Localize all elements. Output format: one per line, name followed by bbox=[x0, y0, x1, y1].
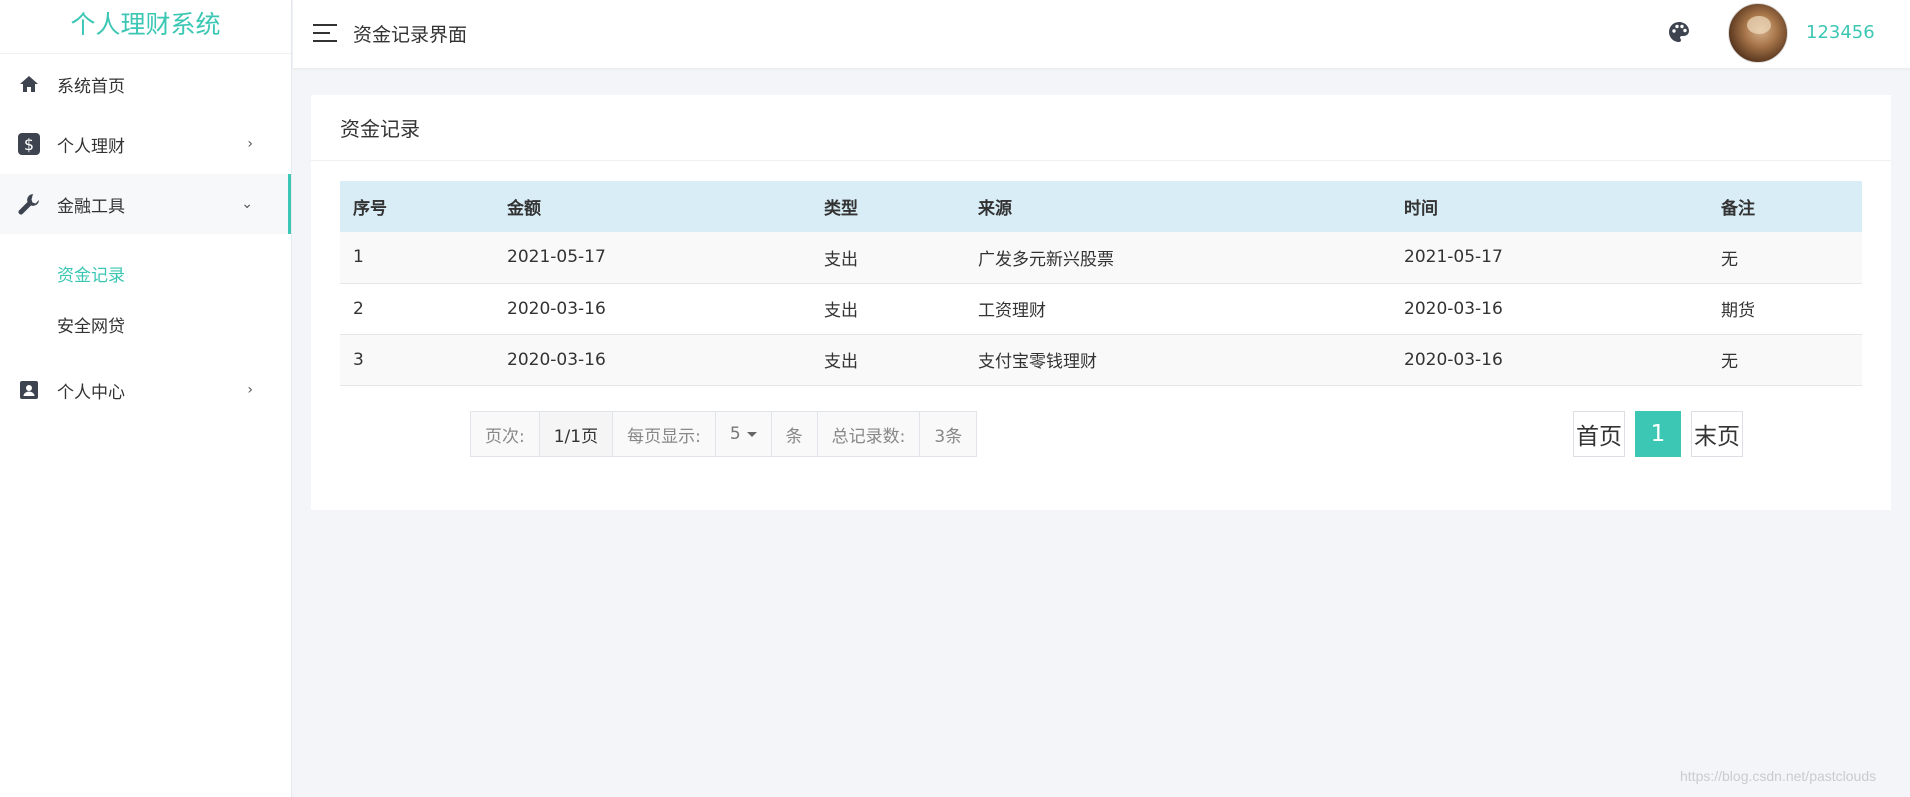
chevron-down-icon: ⌄ bbox=[241, 196, 253, 212]
chevron-right-icon: › bbox=[247, 382, 253, 398]
table-header-row: 序号 金额 类型 来源 时间 备注 bbox=[340, 181, 1862, 232]
column-header-index: 序号 bbox=[353, 199, 387, 219]
cell-index: 3 bbox=[353, 349, 364, 370]
cell-type: 支出 bbox=[824, 249, 858, 270]
fund-records-table: 序号 金额 类型 来源 时间 备注 1 2021-05-17 支出 广发多元新兴… bbox=[340, 181, 1862, 386]
wrench-icon bbox=[18, 193, 40, 215]
app-logo-title[interactable]: 个人理财系统 bbox=[0, 0, 291, 54]
table-row: 1 2021-05-17 支出 广发多元新兴股票 2021-05-17 无 bbox=[340, 232, 1862, 283]
page-value: 1/1页 bbox=[539, 412, 614, 456]
sidebar-item-label: 个人中心 bbox=[57, 382, 125, 403]
last-page-button[interactable]: 末页 bbox=[1691, 411, 1743, 457]
submenu-item-fund-records[interactable]: 资金记录 bbox=[0, 248, 291, 299]
cell-note: 期货 bbox=[1721, 301, 1755, 321]
column-header-time: 时间 bbox=[1404, 199, 1438, 219]
svg-text:$: $ bbox=[24, 135, 34, 154]
sidebar-item-finance-tools[interactable]: 金融工具 ⌄ bbox=[0, 174, 291, 234]
per-page-select[interactable]: 5 bbox=[716, 412, 772, 456]
cell-time: 2021-05-17 bbox=[1404, 247, 1503, 268]
caret-down-icon bbox=[746, 431, 757, 437]
first-page-button[interactable]: 首页 bbox=[1573, 411, 1625, 457]
cell-index: 2 bbox=[353, 298, 364, 319]
cell-note: 无 bbox=[1721, 352, 1738, 372]
page-title: 资金记录界面 bbox=[353, 24, 468, 46]
sidebar: 个人理财系统 系统首页 $ 个人理财 › 金融工具 ⌄ 资金记录 安全网贷 个人… bbox=[0, 0, 292, 797]
cell-index: 1 bbox=[353, 247, 364, 268]
sidebar-item-personal-center[interactable]: 个人中心 › bbox=[0, 360, 291, 420]
home-icon bbox=[18, 73, 40, 95]
watermark: https://blog.csdn.net/pastclouds bbox=[1680, 768, 1877, 784]
cell-source: 工资理财 bbox=[978, 301, 1046, 321]
column-header-amount: 金额 bbox=[507, 199, 541, 219]
table-row: 3 2020-03-16 支出 支付宝零钱理财 2020-03-16 无 bbox=[340, 334, 1862, 385]
username[interactable]: 123456 bbox=[1806, 22, 1875, 43]
cell-time: 2020-03-16 bbox=[1404, 349, 1503, 370]
chevron-right-icon: › bbox=[247, 136, 253, 152]
cell-time: 2020-03-16 bbox=[1404, 298, 1503, 319]
page-button-current[interactable]: 1 bbox=[1635, 411, 1681, 457]
palette-icon[interactable] bbox=[1668, 21, 1692, 45]
cell-type: 支出 bbox=[824, 352, 858, 372]
pager-info: 页次: 1/1页 每页显示: 5 条 总记录数: 3条 bbox=[470, 411, 978, 457]
dollar-icon: $ bbox=[18, 133, 40, 155]
cell-amount: 2021-05-17 bbox=[507, 247, 606, 268]
cell-amount: 2020-03-16 bbox=[507, 298, 606, 319]
sidebar-item-label: 系统首页 bbox=[57, 76, 125, 97]
table-row: 2 2020-03-16 支出 工资理财 2020-03-16 期货 bbox=[340, 283, 1862, 334]
finance-tools-submenu: 资金记录 安全网贷 bbox=[0, 234, 291, 360]
cell-source: 支付宝零钱理财 bbox=[978, 352, 1097, 372]
column-header-type: 类型 bbox=[824, 199, 858, 219]
user-badge-icon bbox=[18, 379, 40, 401]
page-label: 页次: bbox=[471, 412, 540, 456]
sidebar-item-personal-finance[interactable]: $ 个人理财 › bbox=[0, 114, 291, 174]
sidebar-item-home[interactable]: 系统首页 bbox=[0, 54, 291, 114]
column-header-source: 来源 bbox=[978, 199, 1012, 219]
card-title: 资金记录 bbox=[311, 95, 1891, 161]
per-page-value: 5 bbox=[729, 424, 741, 444]
cell-note: 无 bbox=[1721, 249, 1738, 270]
cell-source: 广发多元新兴股票 bbox=[978, 249, 1114, 270]
sidebar-item-label: 个人理财 bbox=[57, 136, 125, 157]
avatar[interactable] bbox=[1728, 3, 1788, 63]
cell-amount: 2020-03-16 bbox=[507, 349, 606, 370]
menu-toggle-icon[interactable] bbox=[313, 23, 337, 43]
per-page-unit: 条 bbox=[772, 412, 818, 456]
top-header: 资金记录界面 123456 bbox=[293, 0, 1910, 68]
total-label: 总记录数: bbox=[818, 412, 921, 456]
submenu-item-safe-loan[interactable]: 安全网贷 bbox=[0, 299, 291, 350]
per-page-label: 每页显示: bbox=[613, 412, 716, 456]
pagination: 首页 1 末页 bbox=[1573, 411, 1743, 457]
cell-type: 支出 bbox=[824, 301, 858, 321]
total-value: 3条 bbox=[934, 426, 963, 447]
fund-records-card: 资金记录 序号 金额 类型 来源 时间 备注 1 2021-05-17 支出 广… bbox=[311, 95, 1891, 510]
column-header-note: 备注 bbox=[1721, 199, 1755, 219]
sidebar-item-label: 金融工具 bbox=[57, 196, 125, 217]
